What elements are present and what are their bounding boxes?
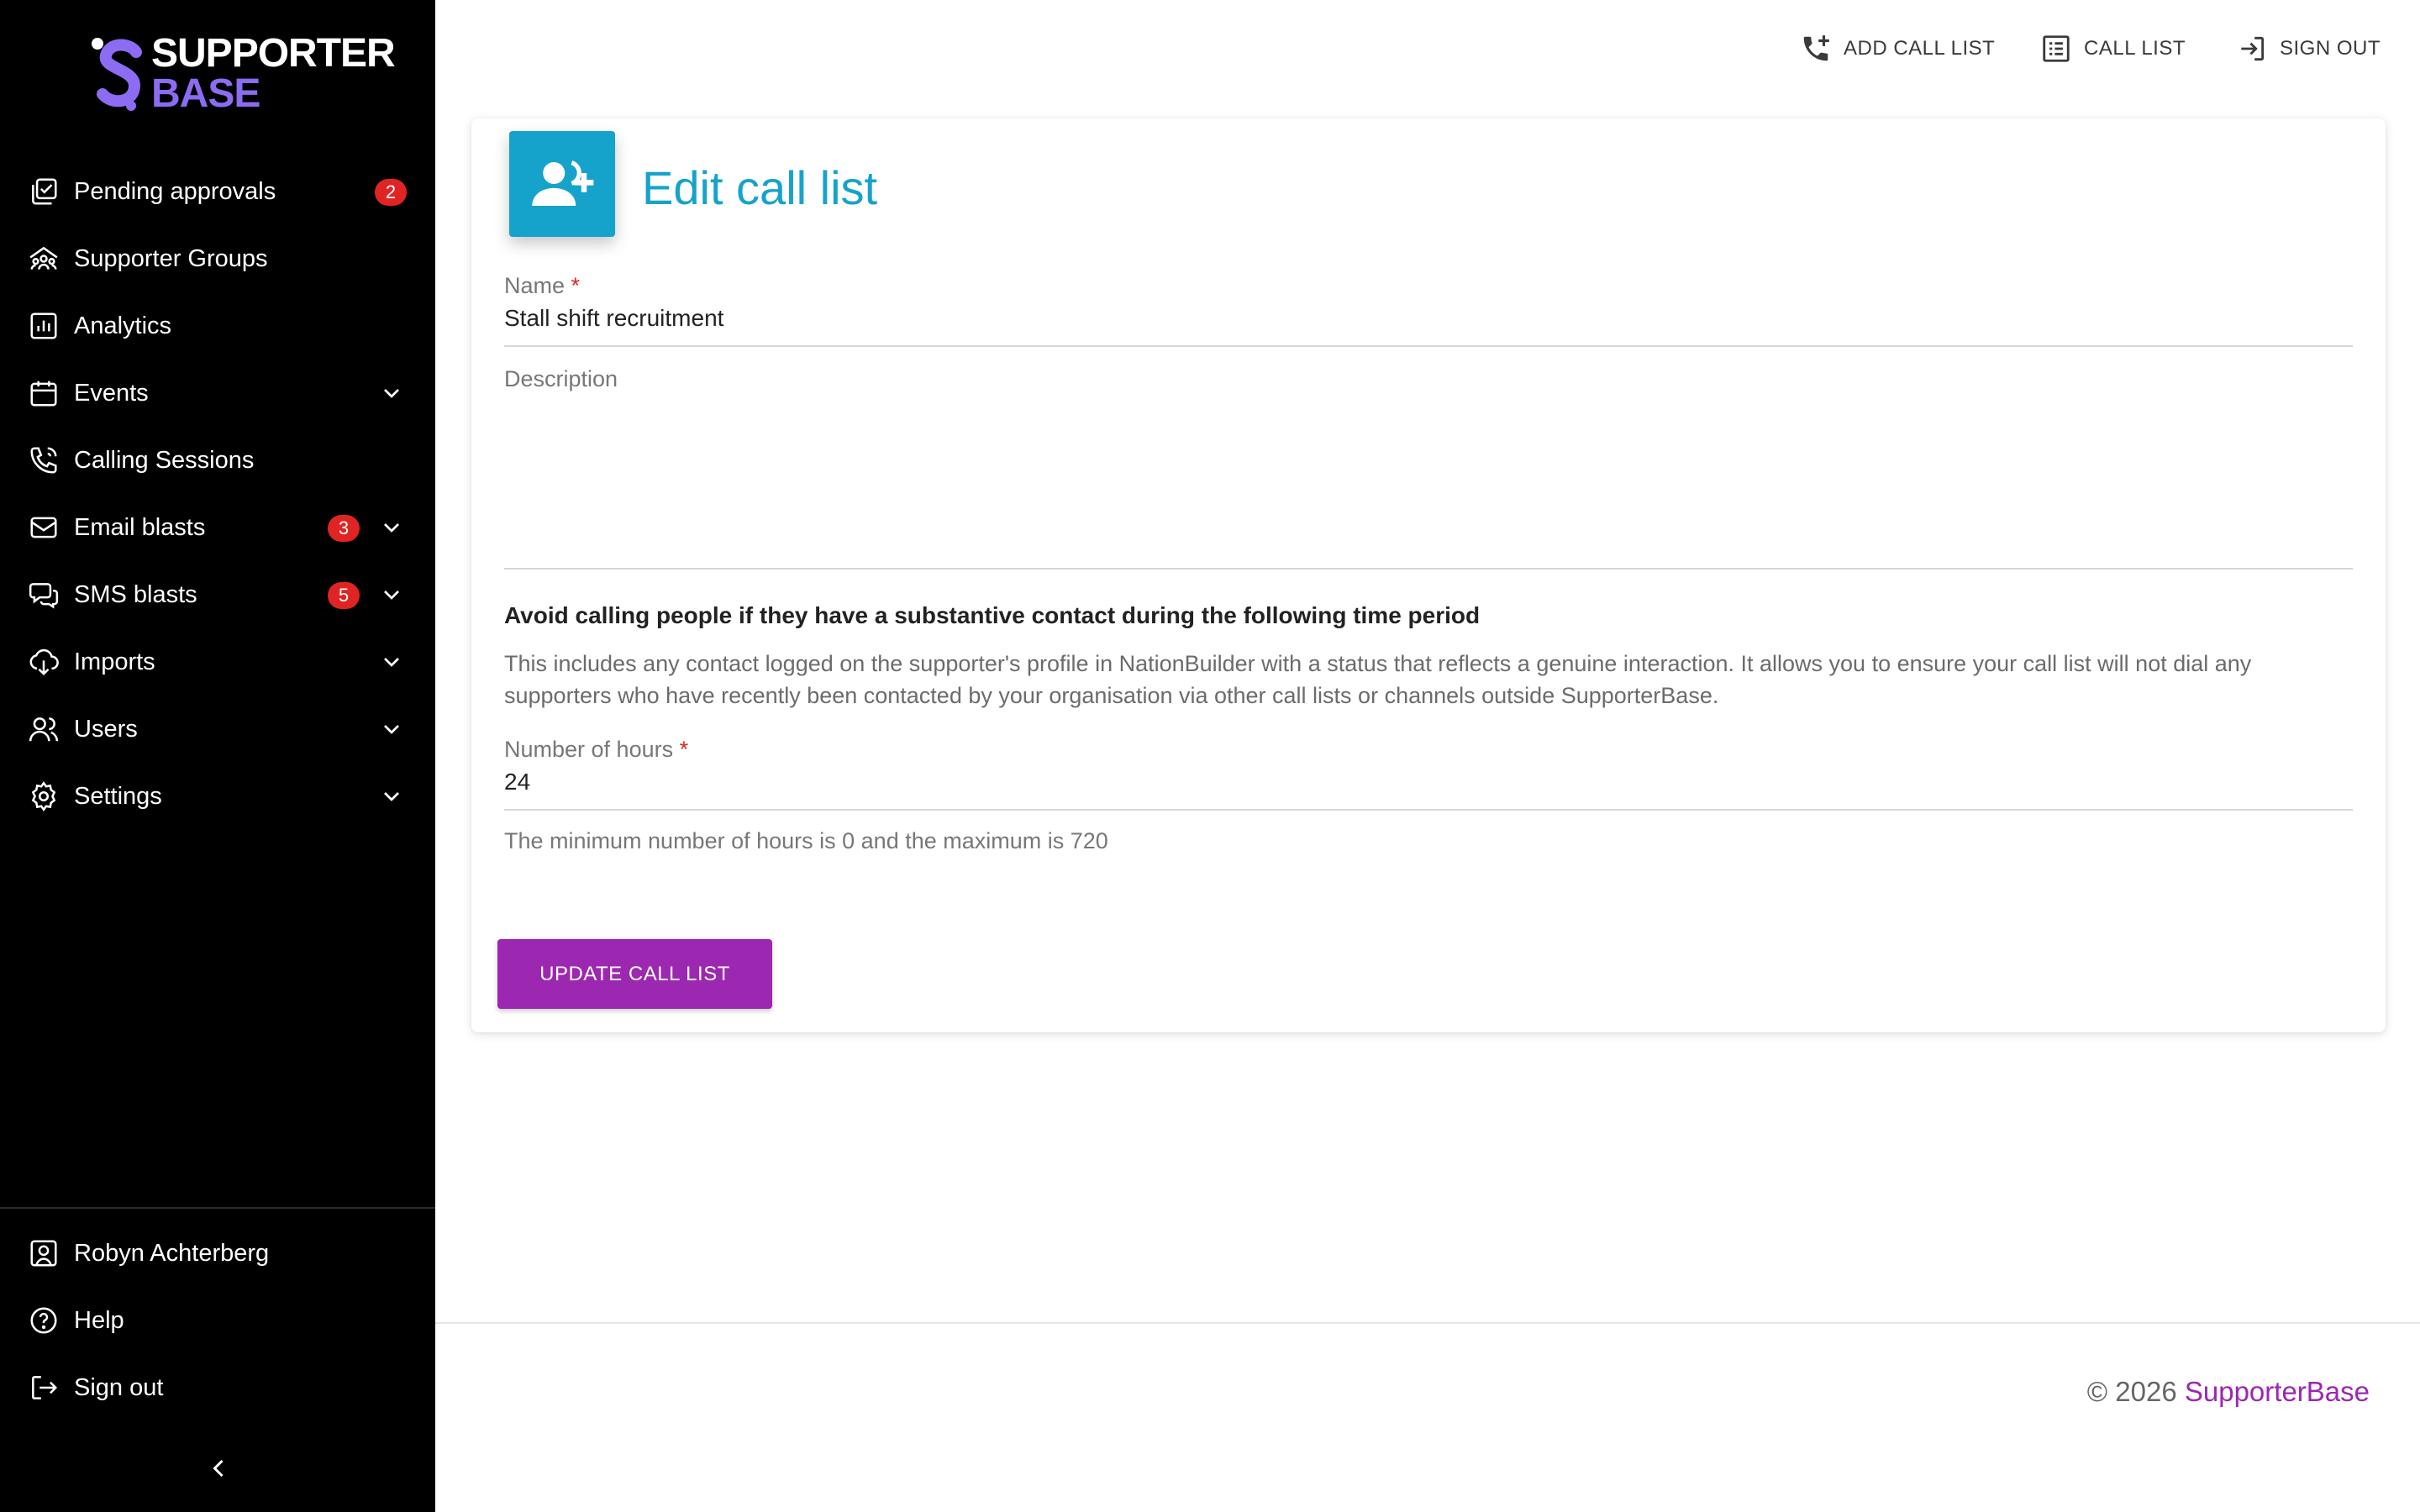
section-title: Avoid calling people if they have a subs… bbox=[504, 602, 1481, 628]
sms-blasts-badge: 5 bbox=[328, 582, 360, 609]
user-profile-icon bbox=[27, 1236, 60, 1270]
sidebar-item-label: Analytics bbox=[74, 312, 172, 339]
sign-out-icon bbox=[27, 1371, 60, 1404]
mail-icon bbox=[27, 511, 60, 544]
sidebar-item-imports[interactable]: Imports bbox=[0, 628, 435, 696]
section-description: This includes any contact logged on the … bbox=[504, 651, 2252, 708]
name-field-underline bbox=[504, 345, 2353, 347]
sidebar-item-users[interactable]: Users bbox=[0, 696, 435, 763]
add-call-list-link[interactable]: ADD CALL LIST bbox=[1800, 30, 1995, 67]
description-label: Description bbox=[504, 366, 618, 391]
hours-label: Number of hours * bbox=[504, 737, 689, 762]
add-user-icon bbox=[509, 131, 615, 237]
supporterbase-link[interactable]: SupporterBase bbox=[2185, 1376, 2370, 1407]
sidebar-item-settings[interactable]: Settings bbox=[0, 763, 435, 830]
logo-s-mark bbox=[92, 38, 142, 111]
edit-call-list-card: Edit call list Name * Stall shift recrui… bbox=[471, 118, 2386, 1032]
required-mark: * bbox=[679, 737, 689, 762]
sidebar-item-label: Settings bbox=[74, 782, 162, 810]
sidebar-item-label: Help bbox=[74, 1306, 124, 1334]
copyright-text: © 2026 bbox=[2086, 1376, 2177, 1407]
sidebar-item-label: Events bbox=[74, 379, 149, 407]
sidebar-bottom-nav: Robyn Achterberg Help Sign out bbox=[0, 1220, 435, 1421]
sidebar-item-events[interactable]: Events bbox=[0, 360, 435, 427]
chevron-down-icon[interactable] bbox=[378, 716, 405, 743]
help-icon bbox=[27, 1304, 60, 1337]
page-title: Edit call list bbox=[642, 161, 878, 214]
hours-field[interactable]: 24 bbox=[504, 769, 530, 795]
chevron-down-icon[interactable] bbox=[378, 581, 405, 608]
add-call-icon bbox=[1803, 35, 1829, 61]
sidebar-item-label: Sign out bbox=[74, 1373, 164, 1401]
sign-out-label: SIGN OUT bbox=[2280, 37, 2381, 60]
email-blasts-badge: 3 bbox=[328, 515, 360, 542]
name-label: Name * bbox=[504, 273, 581, 298]
sidebar-item-label: Robyn Achterberg bbox=[74, 1239, 270, 1267]
groups-icon bbox=[27, 242, 60, 276]
sidebar-item-label: Calling Sessions bbox=[74, 446, 255, 474]
sidebar-item-label: SMS blasts bbox=[74, 580, 197, 608]
list-icon bbox=[2043, 35, 2070, 62]
sidebar-item-label: Email blasts bbox=[74, 513, 206, 541]
sidebar-item-label: Users bbox=[74, 715, 138, 743]
approvals-icon bbox=[27, 175, 60, 208]
chevron-down-icon[interactable] bbox=[378, 514, 405, 541]
call-list-link[interactable]: CALL LIST bbox=[2040, 30, 2186, 67]
sidebar-item-pending-approvals[interactable]: Pending approvals 2 bbox=[0, 158, 435, 225]
sidebar-divider bbox=[0, 1207, 435, 1209]
sidebar-item-help[interactable]: Help bbox=[0, 1287, 435, 1354]
chevron-left-icon[interactable] bbox=[203, 1453, 234, 1483]
update-call-list-button[interactable]: UPDATE CALL LIST bbox=[497, 939, 772, 1009]
description-field-underline bbox=[504, 568, 2353, 570]
sign-out-icon bbox=[2241, 36, 2265, 61]
sidebar-item-label: Supporter Groups bbox=[74, 244, 268, 272]
sidebar-item-analytics[interactable]: Analytics bbox=[0, 292, 435, 360]
required-mark: * bbox=[571, 273, 581, 298]
users-icon bbox=[27, 712, 60, 746]
sidebar-nav: Pending approvals 2 Supporter Groups Ana… bbox=[0, 158, 435, 830]
footer-divider bbox=[435, 1322, 2420, 1324]
top-bar: ADD CALL LIST CALL LIST SIGN OUT bbox=[435, 0, 2420, 97]
gear-icon bbox=[27, 780, 60, 813]
calendar-icon bbox=[27, 376, 60, 410]
add-call-list-label: ADD CALL LIST bbox=[1844, 37, 1996, 60]
phone-icon bbox=[27, 444, 60, 477]
chevron-down-icon[interactable] bbox=[378, 783, 405, 810]
sidebar-item-sms-blasts[interactable]: SMS blasts 5 bbox=[0, 561, 435, 628]
footer: © 2026 SupporterBase bbox=[2087, 1376, 2370, 1408]
sidebar: SUPPORTER BASE Pending approvals 2 Suppo… bbox=[0, 0, 435, 1512]
sidebar-item-label: Imports bbox=[74, 648, 155, 675]
analytics-icon bbox=[27, 309, 60, 343]
sidebar-item-email-blasts[interactable]: Email blasts 3 bbox=[0, 494, 435, 561]
sidebar-item-sign-out[interactable]: Sign out bbox=[0, 1354, 435, 1421]
name-field[interactable]: Stall shift recruitment bbox=[504, 305, 723, 332]
pending-approvals-badge: 2 bbox=[375, 179, 407, 206]
chevron-down-icon[interactable] bbox=[378, 648, 405, 675]
sidebar-item-calling-sessions[interactable]: Calling Sessions bbox=[0, 427, 435, 494]
logo-wordmark: SUPPORTER BASE bbox=[151, 31, 396, 116]
import-icon bbox=[27, 645, 60, 679]
sign-out-link[interactable]: SIGN OUT bbox=[2236, 30, 2381, 67]
hours-field-underline bbox=[504, 809, 2353, 811]
sidebar-item-label: Pending approvals bbox=[74, 177, 276, 205]
chat-icon bbox=[27, 578, 60, 612]
sidebar-item-profile[interactable]: Robyn Achterberg bbox=[0, 1220, 435, 1287]
chevron-down-icon[interactable] bbox=[378, 380, 405, 407]
supporterbase-logo[interactable]: SUPPORTER BASE bbox=[87, 34, 396, 114]
hours-hint: The minimum number of hours is 0 and the… bbox=[504, 828, 1108, 853]
sidebar-item-supporter-groups[interactable]: Supporter Groups bbox=[0, 225, 435, 292]
call-list-label: CALL LIST bbox=[2084, 37, 2186, 60]
